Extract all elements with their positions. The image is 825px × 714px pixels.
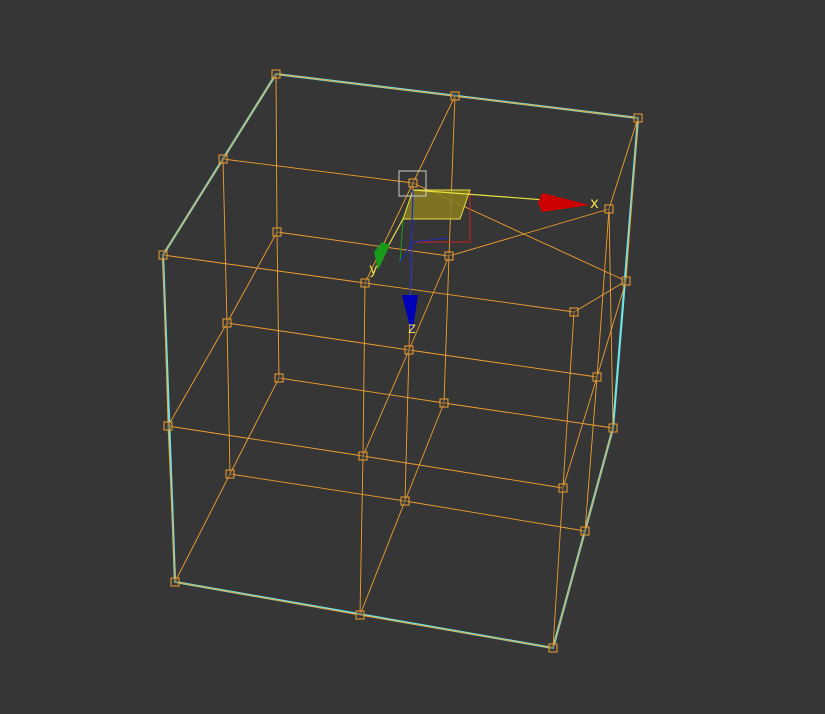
lattice-control-point[interactable] bbox=[272, 227, 282, 237]
lattice-control-point[interactable] bbox=[158, 250, 168, 260]
lattice-edge bbox=[229, 473, 406, 502]
lattice-edge bbox=[162, 254, 169, 427]
lattice-edge bbox=[162, 158, 224, 256]
lattice-edge bbox=[412, 95, 456, 184]
lattice-wireframe bbox=[162, 73, 639, 649]
lattice-control-point[interactable] bbox=[450, 91, 460, 101]
lattice-control-point[interactable] bbox=[360, 278, 370, 288]
lattice-edge bbox=[562, 376, 598, 489]
lattice-edge bbox=[167, 425, 364, 457]
lattice-control-point[interactable] bbox=[271, 69, 281, 79]
z-plane-edge bbox=[412, 237, 450, 243]
lattice-edge bbox=[404, 402, 445, 502]
3d-viewport[interactable]: x y z bbox=[0, 0, 825, 714]
lattice-edge bbox=[222, 158, 414, 184]
lattice-edge bbox=[276, 231, 450, 257]
lattice-edge bbox=[552, 530, 586, 649]
move-gizmo[interactable]: x y z bbox=[369, 170, 599, 337]
lattice-edge bbox=[562, 311, 575, 489]
x-axis-label: x bbox=[590, 194, 599, 212]
lattice-edge bbox=[222, 73, 277, 160]
lattice-edge bbox=[443, 255, 450, 404]
lattice-edge bbox=[222, 158, 228, 324]
lattice-edge bbox=[362, 282, 366, 457]
lattice-edge bbox=[404, 349, 410, 502]
lattice-control-point[interactable] bbox=[558, 483, 568, 493]
lattice-edge bbox=[404, 500, 586, 532]
lattice-edge bbox=[275, 73, 278, 233]
lattice-edge bbox=[448, 208, 610, 257]
lattice-edge bbox=[454, 95, 639, 119]
lattice-edge bbox=[226, 231, 278, 324]
lattice-edge bbox=[167, 322, 228, 427]
lattice-edge bbox=[608, 208, 614, 429]
lattice-control-point[interactable] bbox=[274, 373, 284, 383]
lattice-edge bbox=[362, 349, 410, 457]
lattice-control-point[interactable] bbox=[355, 610, 365, 620]
lattice-control-point[interactable] bbox=[163, 421, 173, 431]
lattice-control-point[interactable] bbox=[404, 345, 414, 355]
lattice-control-point[interactable] bbox=[218, 154, 228, 164]
lattice-control-point[interactable] bbox=[400, 496, 410, 506]
lattice-control-point[interactable] bbox=[608, 423, 618, 433]
lattice-control-point[interactable] bbox=[580, 526, 590, 536]
yz-plane-outline bbox=[399, 218, 404, 263]
lattice-edge bbox=[408, 349, 598, 378]
lattice-edge bbox=[359, 614, 554, 649]
lattice-edge bbox=[229, 377, 280, 475]
lattice-edge bbox=[552, 487, 564, 649]
lattice-control-point[interactable] bbox=[408, 178, 418, 188]
lattice-control-point[interactable] bbox=[569, 307, 579, 317]
lattice-edge bbox=[359, 500, 406, 616]
lattice-edge bbox=[167, 425, 176, 583]
z-axis-label: z bbox=[408, 319, 416, 337]
lattice-control-point[interactable] bbox=[621, 276, 631, 286]
lattice-edge bbox=[162, 254, 366, 284]
lattice-edge bbox=[448, 95, 456, 257]
viewport-canvas[interactable]: x y z bbox=[0, 0, 825, 714]
lattice-edge bbox=[596, 208, 610, 378]
lattice-edge bbox=[278, 377, 445, 404]
y-axis-label: y bbox=[369, 260, 378, 278]
lattice-control-point[interactable] bbox=[633, 113, 643, 123]
lattice-edge bbox=[276, 231, 280, 379]
lattice-edge bbox=[174, 473, 231, 583]
lattice-control-points[interactable] bbox=[158, 69, 643, 653]
lattice-edge bbox=[625, 117, 639, 282]
lattice-control-point[interactable] bbox=[592, 372, 602, 382]
lattice-edge bbox=[226, 322, 410, 351]
move-arrow-x-icon[interactable] bbox=[538, 193, 590, 212]
lattice-control-point[interactable] bbox=[604, 204, 614, 214]
lattice-control-point[interactable] bbox=[439, 398, 449, 408]
lattice-edge bbox=[364, 282, 575, 313]
lattice-edge bbox=[275, 73, 456, 97]
lattice-control-point[interactable] bbox=[358, 451, 368, 461]
lattice-edge bbox=[174, 581, 361, 616]
lattice-control-point[interactable] bbox=[170, 577, 180, 587]
lattice-edge bbox=[359, 455, 364, 616]
lattice-control-point[interactable] bbox=[444, 251, 454, 261]
lattice-edge bbox=[362, 455, 564, 489]
lattice-control-point[interactable] bbox=[222, 318, 232, 328]
lattice-control-point[interactable] bbox=[548, 643, 558, 653]
lattice-control-point[interactable] bbox=[225, 469, 235, 479]
lattice-edge bbox=[226, 322, 231, 475]
